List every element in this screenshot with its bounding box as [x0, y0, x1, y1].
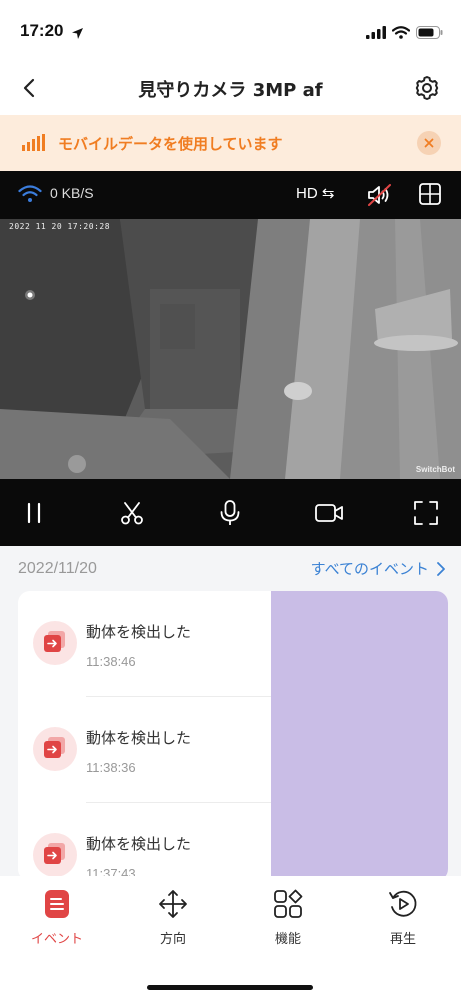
motion-event-icon	[33, 621, 77, 665]
motion-event-icon	[33, 833, 77, 877]
status-indicators	[366, 24, 443, 43]
banner-message: モバイルデータを使用しています	[58, 135, 283, 153]
video-timestamp: 2022 11 20 17:20:28	[9, 222, 111, 231]
pause-icon	[27, 502, 41, 524]
chevron-right-icon	[437, 561, 445, 576]
status-bar: 17:20	[0, 0, 461, 60]
signal-bars-icon	[22, 134, 46, 155]
event-title: 動体を検出した	[86, 623, 192, 641]
motion-event-icon	[33, 727, 77, 771]
split-view-button[interactable]	[418, 182, 442, 206]
event-list: 動体を検出した 11:38:46 動体を検出した 11:38:36 動体を検出し…	[18, 591, 448, 881]
video-player: 0 KB/S HD ⇆ 2022 11 20 17:20:28 SwitchBo…	[0, 171, 461, 546]
banner-close-button[interactable]	[417, 131, 441, 155]
quality-toggle-button[interactable]: HD ⇆	[296, 184, 334, 202]
location-arrow-icon	[71, 25, 84, 44]
event-list-icon	[45, 890, 69, 918]
split-screen-icon	[419, 183, 441, 205]
mobile-data-banner: モバイルデータを使用しています	[0, 115, 461, 171]
features-grid-icon	[274, 889, 303, 918]
tab-bar: イベント 方向 機能 再生	[0, 876, 461, 1000]
tab-playback-label: 再生	[389, 932, 416, 947]
wifi-icon	[18, 185, 42, 207]
camera-feed[interactable]: 2022 11 20 17:20:28 SwitchBot	[0, 219, 461, 479]
fullscreen-icon	[414, 501, 438, 525]
screenshot-button[interactable]	[118, 499, 146, 527]
tab-events[interactable]: イベント	[17, 888, 97, 948]
battery-icon	[416, 24, 443, 43]
video-watermark: SwitchBot	[415, 465, 455, 474]
settings-button[interactable]	[413, 74, 441, 102]
status-time: 17:20	[20, 21, 64, 40]
camera-feed-image	[0, 219, 461, 479]
microphone-icon	[220, 500, 240, 525]
mute-button[interactable]	[366, 182, 392, 208]
bitrate-readout: 0 KB/S	[50, 185, 94, 201]
nav-bar: 見守りカメラ 3MP af	[0, 60, 461, 115]
tab-features[interactable]: 機能	[248, 888, 328, 948]
cellular-signal-icon	[366, 24, 386, 43]
tab-direction[interactable]: 方向	[133, 888, 213, 948]
video-camera-icon	[315, 504, 343, 522]
all-events-link[interactable]: すべてのイベント	[311, 558, 445, 579]
home-indicator	[147, 985, 313, 990]
video-toolbar: 0 KB/S HD ⇆	[0, 171, 461, 217]
wifi-status-icon	[391, 24, 411, 43]
event-date-label: 2022/11/20	[18, 560, 97, 577]
gear-icon	[415, 76, 439, 100]
event-title: 動体を検出した	[86, 729, 192, 747]
page-title: 見守りカメラ 3MP af	[138, 80, 323, 101]
close-icon	[424, 138, 434, 148]
scissors-icon	[121, 502, 143, 525]
tab-playback[interactable]: 再生	[363, 888, 443, 948]
move-arrows-icon	[159, 890, 187, 918]
tab-features-label: 機能	[274, 932, 301, 947]
video-controls	[0, 479, 461, 546]
event-time: 11:38:36	[86, 760, 136, 775]
event-thumbnail[interactable]	[271, 591, 448, 881]
pause-button[interactable]	[20, 499, 48, 527]
event-title: 動体を検出した	[86, 835, 192, 853]
all-events-label: すべてのイベント	[310, 560, 429, 578]
tab-events-label: イベント	[30, 932, 83, 947]
event-time: 11:38:46	[86, 654, 136, 669]
record-button[interactable]	[314, 499, 343, 527]
speaker-muted-icon	[368, 184, 391, 206]
playback-icon	[389, 890, 417, 917]
fullscreen-button[interactable]	[412, 499, 440, 527]
tab-direction-label: 方向	[159, 932, 186, 947]
talk-button[interactable]	[216, 499, 244, 527]
